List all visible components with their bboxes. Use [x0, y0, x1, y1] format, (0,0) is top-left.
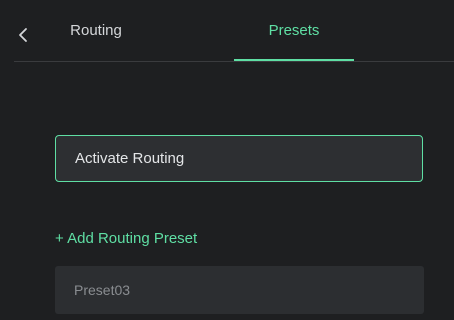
preset-name: Preset03 — [74, 282, 131, 298]
tab-presets-label: Presets — [268, 22, 320, 39]
tab-bar: Routing Presets — [0, 0, 454, 62]
activate-routing-button[interactable]: Activate Routing — [55, 135, 423, 182]
presets-panel: Routing Presets Activate Routing + Add R… — [0, 0, 454, 320]
preset-list-item[interactable]: Preset03 — [55, 266, 424, 314]
back-button[interactable] — [10, 22, 36, 48]
tab-presets[interactable]: Presets — [234, 0, 354, 61]
activate-routing-label: Activate Routing — [75, 150, 185, 167]
tab-routing-label: Routing — [70, 22, 122, 39]
chevron-left-icon — [19, 28, 27, 42]
tab-routing[interactable]: Routing — [48, 0, 144, 61]
tab-bar-divider — [14, 61, 454, 62]
add-routing-preset-link[interactable]: + Add Routing Preset — [55, 227, 197, 249]
add-routing-preset-label: + Add Routing Preset — [55, 229, 198, 247]
